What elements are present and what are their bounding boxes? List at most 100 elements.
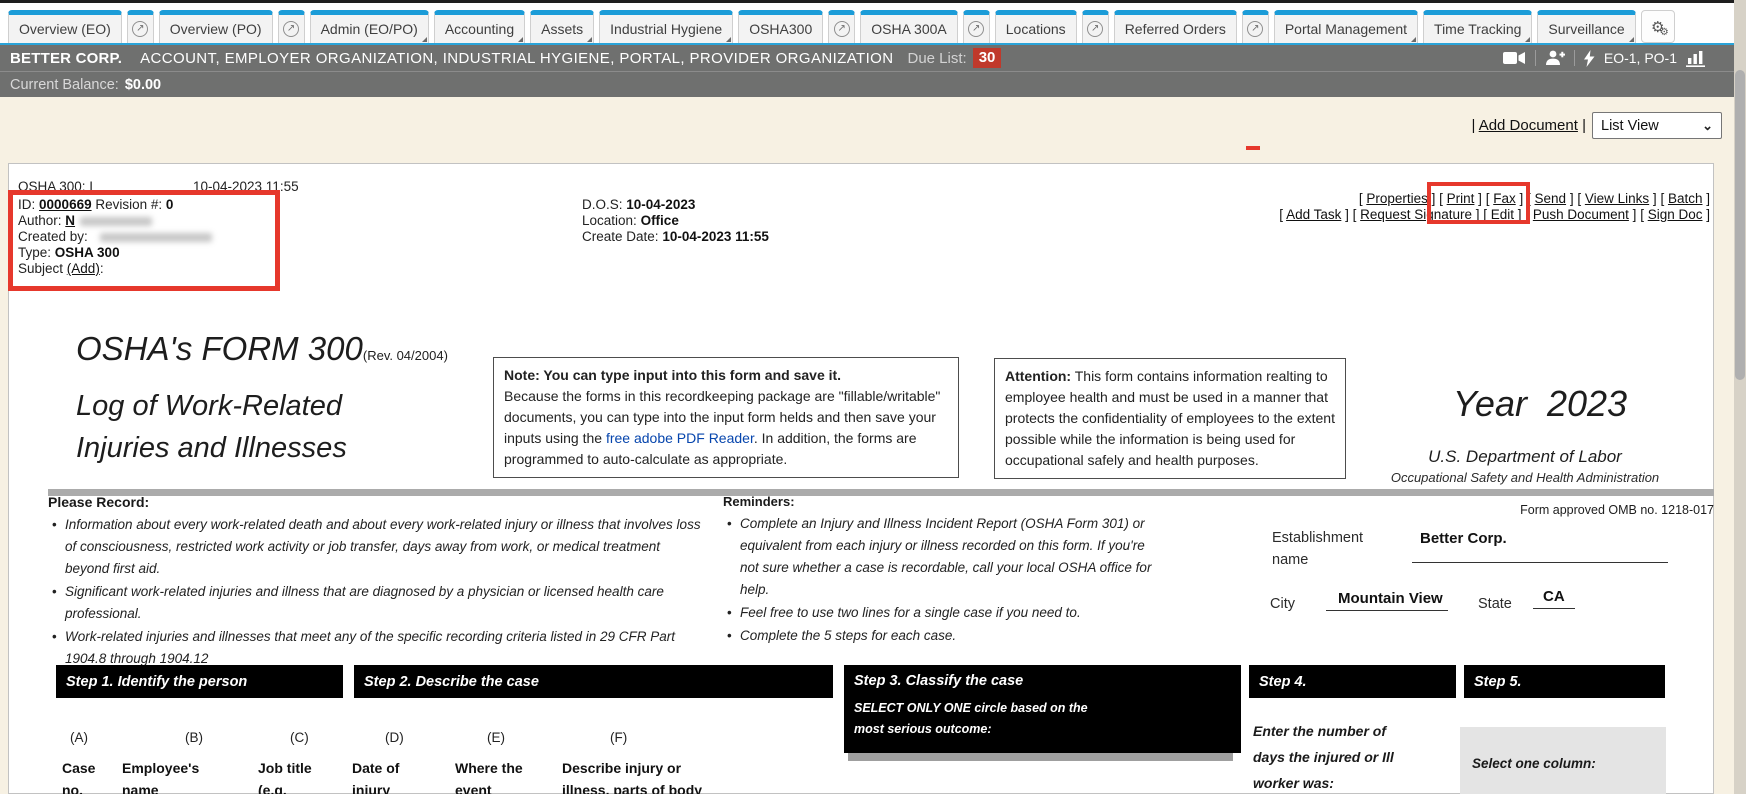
year-value: 2023 (1547, 383, 1627, 424)
type-label: Type: (18, 245, 51, 260)
form-subtitle-line1: Log of Work-Related (76, 390, 342, 423)
column-label-case: Caseno. (62, 757, 95, 794)
red-annotation-dash (1246, 146, 1260, 150)
balance-label: Current Balance: (10, 77, 119, 93)
push-document-action[interactable]: Push Document (1525, 207, 1636, 222)
tab-label: Admin (EO/PO) (321, 21, 418, 37)
popout-overview-po-button[interactable]: ↗ (278, 10, 305, 43)
tab-accounting[interactable]: Accounting (434, 10, 525, 43)
revision-label: Revision #: (95, 197, 162, 212)
edit-action[interactable]: Edit (1483, 207, 1521, 222)
tab-osha300[interactable]: OSHA300 (738, 10, 823, 43)
tab-overview-eo[interactable]: Overview (EO) (8, 10, 122, 43)
doc-actions-row2: Add Task Request Signature Edit Push Doc… (1279, 207, 1710, 223)
balance-value: $0.00 (125, 77, 161, 93)
fax-action[interactable]: Fax (1486, 191, 1524, 206)
bar-chart-icon[interactable] (1686, 50, 1706, 67)
popout-locations-button[interactable]: ↗ (1082, 10, 1109, 43)
pdf-reader-link[interactable]: free adobe PDF Reader (606, 430, 754, 446)
add-document-row: | Add Document | (1471, 117, 1586, 134)
subject-add-link[interactable]: (Add) (67, 261, 100, 276)
omb-approval: Form approved OMB no. 1218-017 (1400, 503, 1714, 517)
add-task-action[interactable]: Add Task (1279, 207, 1349, 222)
osha-form-title: OSHA's FORM 300(Rev. 04/2004) (76, 330, 448, 368)
year-label: Year (1453, 383, 1527, 424)
column-label-date: Date ofinjury (352, 757, 399, 794)
tab-locations[interactable]: Locations (995, 10, 1077, 43)
column-label-where: Where theevent (455, 757, 523, 794)
tab-label: Assets (541, 21, 583, 37)
menu-corner-icon (587, 37, 592, 42)
tab-label: Surveillance (1548, 21, 1624, 37)
tab-assets[interactable]: Assets (530, 10, 594, 43)
please-record-item: Information about every work-related dea… (48, 514, 703, 580)
vertical-scrollbar[interactable] (1734, 0, 1746, 794)
chevron-down-icon: ⌄ (1702, 118, 1713, 134)
menu-corner-icon (1629, 37, 1634, 42)
popout-overview-eo-button[interactable]: ↗ (127, 10, 154, 43)
view-mode-value: List View (1601, 118, 1659, 134)
org-codes: EO-1, PO-1 (1604, 50, 1677, 66)
colon: : (100, 261, 104, 276)
dos-value: 10-04-2023 (626, 197, 695, 212)
column-letter-b: (B) (185, 730, 203, 745)
settings-gears-button[interactable]: ⚙⚙ (1641, 10, 1675, 43)
lightning-bolt-icon[interactable] (1584, 50, 1595, 67)
tab-label: Overview (PO) (170, 21, 262, 37)
divider (1574, 50, 1575, 66)
form-year: Year 2023 (1395, 383, 1685, 425)
tab-time-tracking[interactable]: Time Tracking (1423, 10, 1532, 43)
request-signature-action[interactable]: Request Signature (1353, 207, 1480, 222)
step3-title: Step 3. Classify the case (844, 665, 1241, 689)
menu-corner-icon (518, 37, 523, 42)
scrollbar-thumb[interactable] (1735, 70, 1745, 380)
popout-referred-orders-button[interactable]: ↗ (1242, 10, 1269, 43)
please-record-item: Significant work-related injuries and il… (48, 581, 703, 625)
due-list-badge[interactable]: 30 (973, 48, 1002, 68)
tab-osha300a[interactable]: OSHA 300A (860, 10, 958, 43)
tab-label: Accounting (445, 21, 514, 37)
divider (1535, 50, 1536, 66)
step3-note-line2: most serious outcome: (844, 715, 1241, 736)
org-context: ACCOUNT, EMPLOYER ORGANIZATION, INDUSTRI… (140, 50, 893, 67)
add-document-link[interactable]: Add Document (1479, 117, 1578, 134)
please-record-title: Please Record: (48, 494, 703, 510)
tab-industrial-hygiene[interactable]: Industrial Hygiene (599, 10, 733, 43)
popout-osha300-button[interactable]: ↗ (828, 10, 855, 43)
subject-label: Subject (18, 261, 63, 276)
tab-surveillance[interactable]: Surveillance (1537, 10, 1635, 43)
add-user-icon[interactable] (1545, 50, 1565, 66)
popout-osha300a-button[interactable]: ↗ (963, 10, 990, 43)
step1-header: Step 1. Identify the person (56, 665, 343, 698)
state-underline (1533, 608, 1575, 609)
tab-referred-orders[interactable]: Referred Orders (1114, 10, 1237, 43)
redacted-author-name (80, 217, 152, 226)
state-value: CA (1543, 588, 1565, 605)
establishment-label-1: Establishment (1272, 530, 1363, 546)
tab-admin-eo-po[interactable]: Admin (EO/PO) (310, 10, 429, 43)
properties-action[interactable]: Properties (1359, 191, 1436, 206)
batch-action[interactable]: Batch (1660, 191, 1710, 206)
tab-portal-management[interactable]: Portal Management (1274, 10, 1418, 43)
video-camera-icon[interactable] (1503, 51, 1526, 65)
send-action[interactable]: Send (1527, 191, 1574, 206)
step5-header: Step 5. (1464, 665, 1665, 698)
external-link-icon: ↗ (968, 21, 984, 37)
city-value: Mountain View (1338, 590, 1443, 607)
document-meta-block: ID: 0000669 Revision #: 0 Author: N Crea… (18, 197, 268, 277)
tab-overview-po[interactable]: Overview (PO) (159, 10, 273, 43)
form-attention-box: Attention: This form contains informatio… (994, 358, 1346, 479)
attention-title: Attention: (1005, 368, 1071, 384)
reminders-item: Complete the 5 steps for each case. (723, 625, 1155, 647)
tab-label: OSHA 300A (871, 21, 947, 37)
doc-id-link[interactable]: 0000669 (39, 197, 92, 212)
column-label-describe: Describe injury orillness, parts of body (562, 757, 702, 794)
sign-doc-action[interactable]: Sign Doc (1640, 207, 1710, 222)
doc-actions: Properties Print Fax Send View Links Bat… (1279, 191, 1710, 223)
print-action[interactable]: Print (1439, 191, 1482, 206)
step2-header: Step 2. Describe the case (354, 665, 833, 698)
view-mode-select[interactable]: List View ⌄ (1592, 112, 1722, 139)
type-value: OSHA 300 (55, 245, 120, 260)
view-links-action[interactable]: View Links (1577, 191, 1656, 206)
state-label: State (1478, 596, 1512, 612)
